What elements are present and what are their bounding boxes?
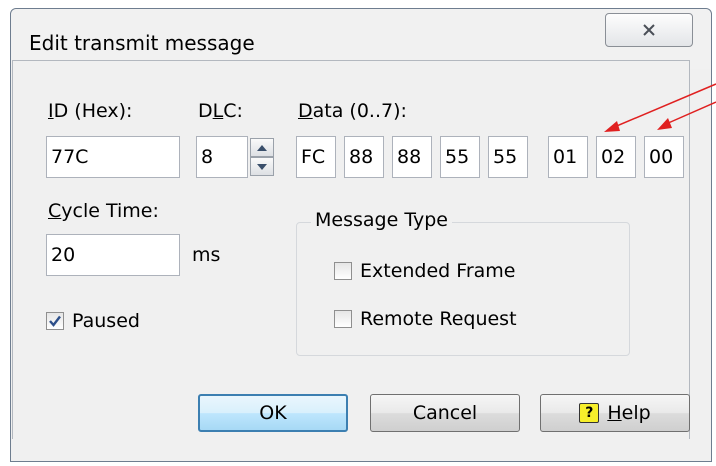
caret-down-icon (257, 163, 267, 170)
checkmark-icon (49, 315, 61, 327)
dlc-spin-up-button[interactable] (250, 138, 274, 157)
ok-button[interactable]: OK (198, 394, 348, 432)
extended-frame-checkbox-row[interactable]: Extended Frame (334, 260, 515, 282)
data-byte-0-input[interactable] (296, 136, 336, 178)
ms-unit-label: ms (192, 244, 221, 266)
cycle-time-input[interactable] (46, 234, 180, 276)
id-hex-input[interactable] (46, 136, 180, 178)
help-button-label: Help (607, 402, 651, 424)
close-button[interactable] (605, 13, 693, 47)
remote-request-checkbox-row[interactable]: Remote Request (334, 308, 517, 330)
data-byte-5-input[interactable] (548, 136, 588, 178)
dlc-spin-down-button[interactable] (250, 157, 274, 176)
data-byte-1-input[interactable] (344, 136, 384, 178)
help-icon: ? (579, 403, 600, 423)
data-byte-7-input[interactable] (644, 136, 684, 178)
dlc-label: DLC: (198, 100, 243, 122)
help-button[interactable]: ? Help (540, 394, 690, 432)
cancel-button[interactable]: Cancel (370, 394, 520, 432)
close-icon (643, 24, 655, 36)
message-type-group: Message Type (296, 209, 630, 356)
paused-checkbox[interactable] (46, 312, 64, 330)
id-hex-label: ID (Hex): (48, 100, 133, 122)
dlc-spinner (250, 136, 276, 178)
data-label: Data (0..7): (298, 100, 407, 122)
data-byte-6-input[interactable] (596, 136, 636, 178)
remote-request-checkbox[interactable] (334, 310, 352, 328)
data-byte-3-input[interactable] (440, 136, 480, 178)
caret-up-icon (257, 144, 267, 151)
cycle-time-label: Cycle Time: (48, 200, 159, 222)
remote-request-label: Remote Request (360, 308, 517, 330)
data-byte-2-input[interactable] (392, 136, 432, 178)
dialog-title: Edit transmit message (29, 31, 255, 55)
data-byte-4-input[interactable] (488, 136, 528, 178)
extended-frame-checkbox[interactable] (334, 262, 352, 280)
paused-checkbox-row[interactable]: Paused (46, 310, 140, 332)
extended-frame-label: Extended Frame (360, 260, 516, 282)
dlc-input[interactable] (196, 136, 248, 178)
message-type-legend: Message Type (311, 209, 452, 231)
paused-label: Paused (72, 310, 140, 332)
